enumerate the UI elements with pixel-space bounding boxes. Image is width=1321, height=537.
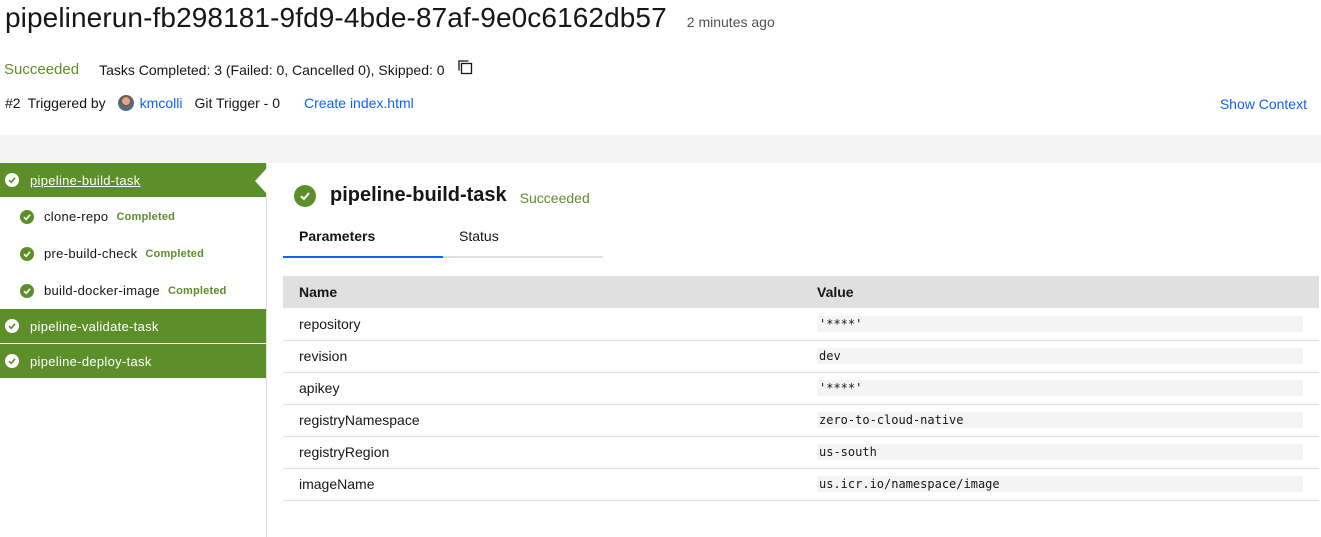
user-link[interactable]: kmcolli (140, 95, 183, 111)
run-number: #2 (5, 95, 21, 111)
checkmark-icon (5, 354, 19, 368)
step-label: pre-build-check (44, 246, 138, 261)
run-header: pipelinerun-fb298181-9fd9-4bde-87af-9e0c… (5, 2, 775, 34)
task-detail-title: pipeline-build-task (330, 184, 507, 206)
task-detail-header: pipeline-build-task Succeeded (294, 184, 590, 207)
step-item-build-docker-image[interactable]: build-docker-image Completed (0, 272, 266, 309)
task-label: pipeline-deploy-task (30, 353, 152, 369)
tab-status[interactable]: Status (443, 219, 603, 258)
commit-link[interactable]: Create index.html (304, 95, 414, 111)
param-name: revision (283, 340, 801, 373)
table-row: apikey '****' (283, 372, 1319, 405)
param-value: '****' (817, 315, 1303, 332)
step-label: clone-repo (44, 209, 109, 224)
table-row: revision dev (283, 340, 1319, 373)
step-label: build-docker-image (44, 283, 160, 298)
run-status: Succeeded (4, 61, 80, 78)
page-title: pipelinerun-fb298181-9fd9-4bde-87af-9e0c… (5, 2, 667, 33)
task-sidebar: pipeline-build-task clone-repo Completed… (0, 163, 267, 537)
success-icon (294, 184, 316, 207)
task-item-pipeline-build-task[interactable]: pipeline-build-task (0, 163, 267, 198)
table-row: imageName us.icr.io/namespace/image (283, 468, 1319, 501)
git-trigger: Git Trigger - 0 (194, 95, 281, 111)
trigger-row: #2 Triggered by kmcolli Git Trigger - 0 … (5, 95, 414, 111)
table-row: registryNamespace zero-to-cloud-native (283, 404, 1319, 437)
param-value: us.icr.io/namespace/image (817, 476, 1303, 492)
task-detail-status: Succeeded (519, 189, 590, 206)
param-value: dev (817, 348, 1303, 364)
avatar (117, 95, 134, 111)
column-header-value: Value (801, 276, 1319, 308)
step-status: Completed (167, 284, 227, 297)
detail-tabs: Parameters Status (283, 219, 604, 258)
task-label: pipeline-build-task (30, 172, 141, 188)
triggered-by-label: Triggered by (27, 95, 106, 111)
table-row: registryRegion us-south (283, 436, 1319, 469)
divider-band (0, 135, 1321, 163)
table-header-row: Name Value (283, 276, 1319, 308)
step-status: Completed (116, 210, 176, 223)
tasks-summary: Tasks Completed: 3 (Failed: 0, Cancelled… (99, 61, 445, 78)
checkmark-icon (20, 209, 34, 224)
param-name: registryRegion (283, 436, 801, 469)
param-name: repository (283, 308, 801, 341)
run-status-row: Succeeded Tasks Completed: 3 (Failed: 0,… (4, 59, 473, 78)
checkmark-icon (20, 283, 34, 298)
checkmark-icon (20, 246, 34, 261)
task-item-pipeline-deploy-task[interactable]: pipeline-deploy-task (0, 344, 266, 379)
copy-icon[interactable] (457, 59, 473, 75)
run-age: 2 minutes ago (686, 14, 775, 30)
table-row: repository '****' (283, 308, 1319, 341)
step-item-pre-build-check[interactable]: pre-build-check Completed (0, 235, 266, 272)
param-name: apikey (283, 372, 801, 405)
param-name: imageName (283, 468, 801, 501)
task-item-pipeline-validate-task[interactable]: pipeline-validate-task (0, 309, 266, 344)
checkmark-icon (5, 173, 19, 187)
param-name: registryNamespace (283, 404, 801, 437)
column-header-name: Name (283, 276, 801, 308)
param-value: zero-to-cloud-native (817, 412, 1303, 428)
checkmark-icon (5, 319, 19, 333)
show-context-link[interactable]: Show Context (1220, 96, 1307, 112)
tab-parameters[interactable]: Parameters (283, 219, 443, 258)
step-item-clone-repo[interactable]: clone-repo Completed (0, 198, 266, 235)
step-status: Completed (145, 247, 205, 260)
parameters-table: Name Value repository '****' revision de… (283, 276, 1319, 501)
param-value: '****' (817, 380, 1303, 396)
param-value: us-south (817, 444, 1303, 460)
task-label: pipeline-validate-task (30, 318, 159, 334)
